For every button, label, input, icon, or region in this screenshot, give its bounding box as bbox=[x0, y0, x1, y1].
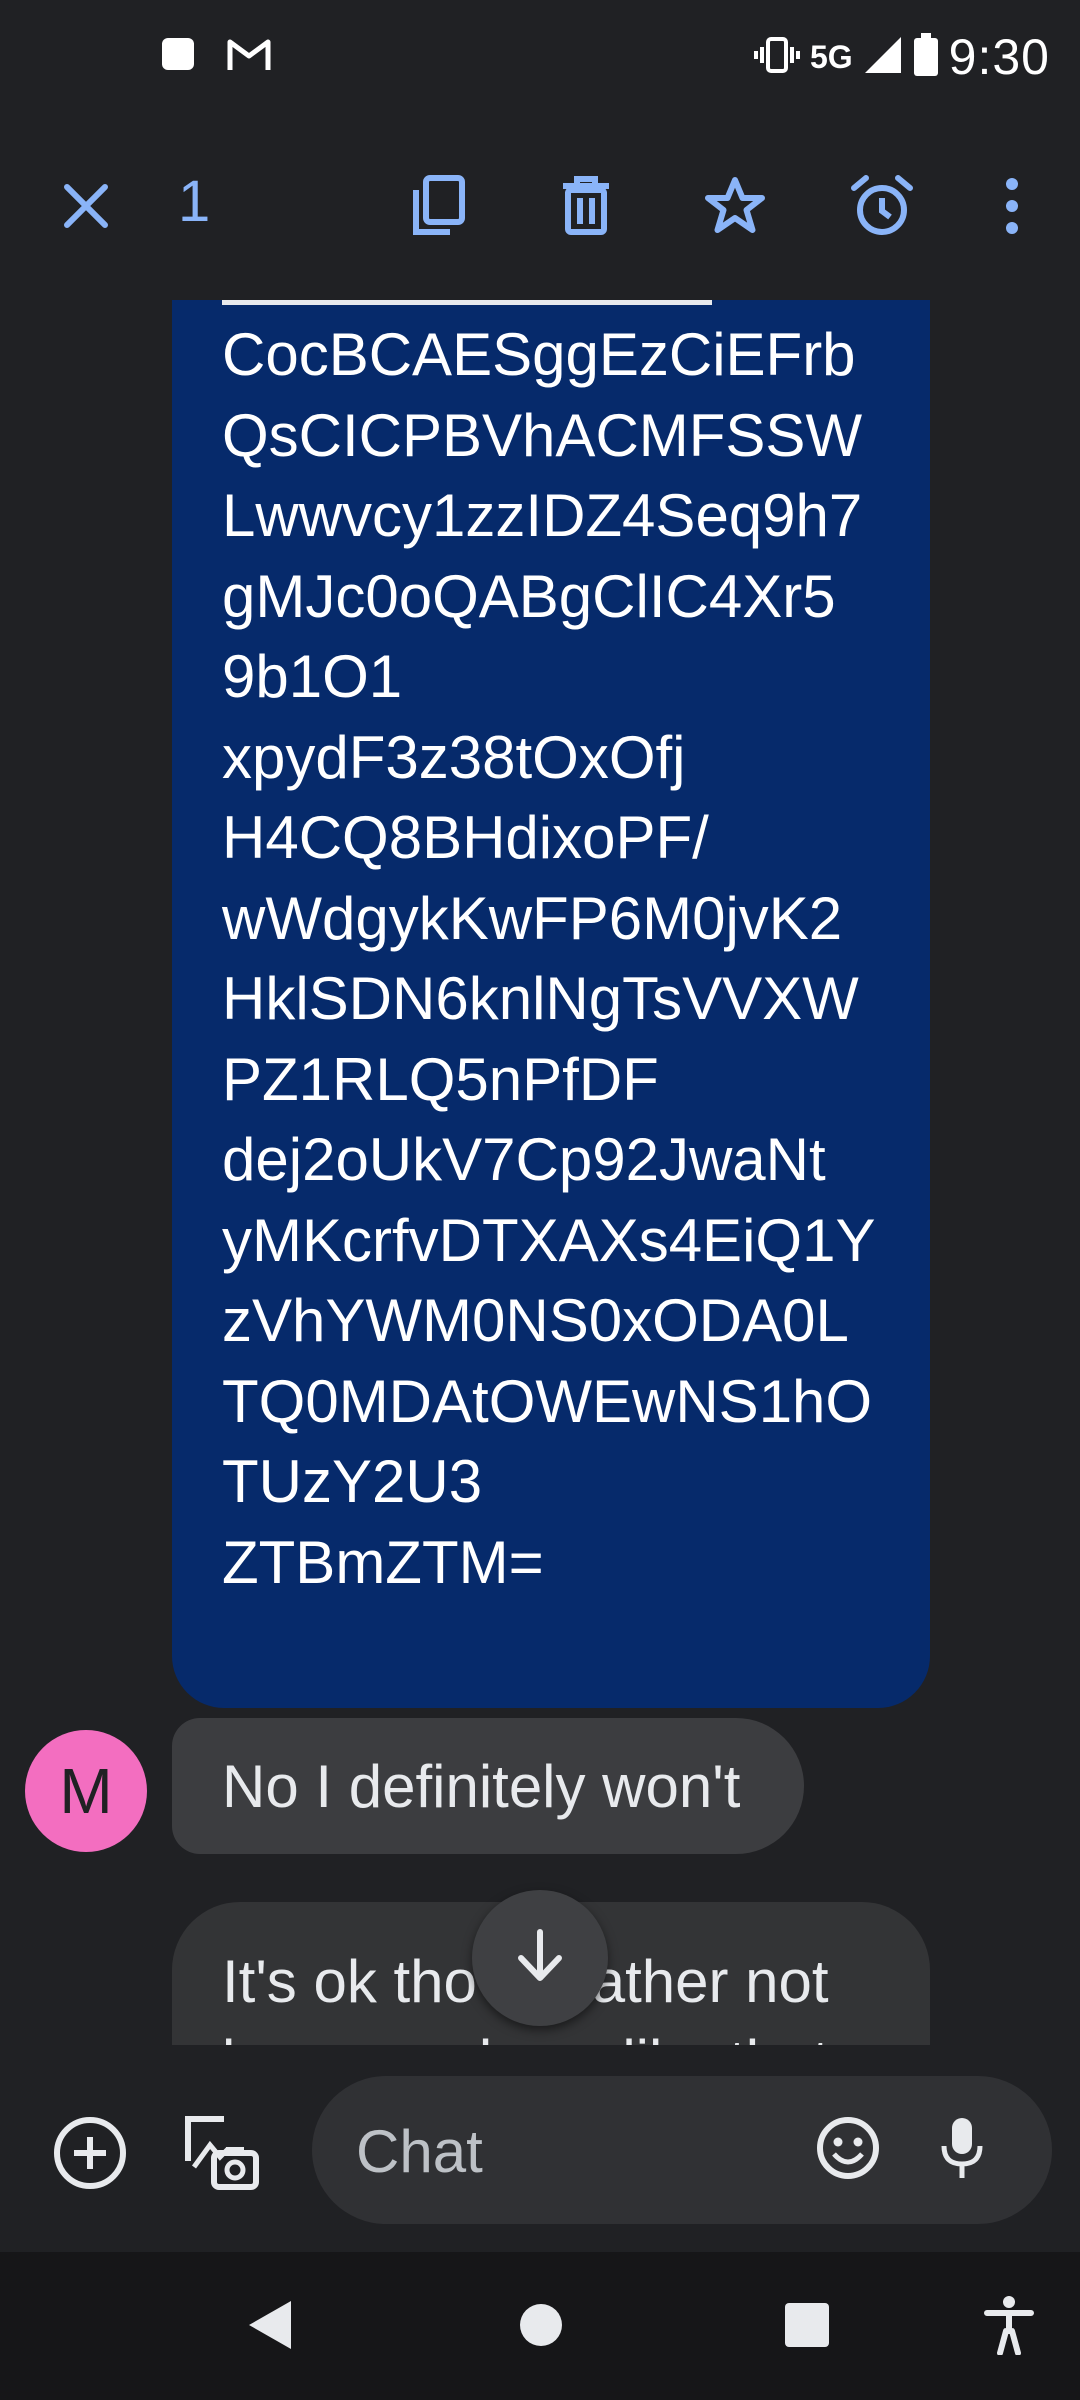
selected-count: 1 bbox=[178, 169, 211, 234]
add-circle-icon bbox=[52, 2115, 128, 2196]
star-button[interactable] bbox=[695, 168, 775, 248]
delete-button[interactable] bbox=[546, 168, 626, 248]
alarm-icon bbox=[850, 174, 914, 243]
more-options-button[interactable] bbox=[972, 168, 1052, 248]
gmail-icon bbox=[226, 36, 272, 77]
voice-input-button[interactable] bbox=[912, 2100, 1012, 2200]
received-message-text: No I definitely won't bbox=[222, 1752, 741, 1820]
back-button[interactable] bbox=[225, 2282, 315, 2372]
received-message-bubble[interactable]: No I definitely won't bbox=[172, 1718, 805, 1854]
arrow-down-icon bbox=[515, 1928, 565, 1989]
sent-message-text: CocBCAESggEzCiEFrb QsCICPBVhACMFSSW Lwwv… bbox=[222, 321, 876, 1596]
copy-icon bbox=[410, 174, 466, 243]
app-square-icon bbox=[160, 36, 196, 77]
home-button[interactable] bbox=[496, 2282, 586, 2372]
message-list[interactable]: CocBCAESggEzCiEFrb QsCICPBVhACMFSSW Lwwv… bbox=[0, 300, 1080, 2045]
emoji-button[interactable] bbox=[798, 2100, 898, 2200]
delete-icon bbox=[559, 175, 613, 241]
accessibility-icon bbox=[984, 2295, 1034, 2360]
avatar-letter: M bbox=[59, 1755, 113, 1827]
system-icons: 5G 9:30 bbox=[753, 28, 1050, 86]
gallery-button[interactable] bbox=[170, 2105, 270, 2205]
recents-icon bbox=[783, 2301, 831, 2354]
signal-icon bbox=[863, 35, 903, 80]
sent-message-bubble[interactable]: CocBCAESggEzCiEFrb QsCICPBVhACMFSSW Lwwv… bbox=[172, 300, 930, 1708]
system-navigation-bar bbox=[0, 2252, 1080, 2400]
recents-button[interactable] bbox=[762, 2282, 852, 2372]
snooze-button[interactable] bbox=[842, 168, 922, 248]
gallery-camera-icon bbox=[180, 2113, 260, 2198]
link-underline-fragment bbox=[222, 300, 712, 305]
add-attachment-button[interactable] bbox=[40, 2105, 140, 2205]
chat-input[interactable] bbox=[354, 2110, 758, 2192]
chat-input-field[interactable] bbox=[312, 2076, 1052, 2224]
more-vert-icon bbox=[1002, 176, 1022, 241]
network-type: 5G bbox=[809, 38, 853, 75]
accessibility-button[interactable] bbox=[964, 2282, 1054, 2372]
battery-icon bbox=[913, 32, 939, 82]
status-bar: 5G 9:30 bbox=[0, 0, 1080, 120]
avatar[interactable]: M bbox=[25, 1730, 147, 1852]
back-icon bbox=[245, 2297, 295, 2358]
copy-button[interactable] bbox=[398, 168, 478, 248]
compose-bar bbox=[0, 2060, 1080, 2250]
selection-action-bar: 1 bbox=[0, 120, 1080, 290]
star-icon bbox=[704, 176, 766, 241]
close-icon bbox=[61, 181, 111, 236]
emoji-icon bbox=[816, 2116, 880, 2185]
close-selection-button[interactable] bbox=[46, 168, 126, 248]
home-icon bbox=[518, 2302, 564, 2353]
vibrate-icon bbox=[753, 35, 800, 80]
scroll-to-bottom-button[interactable] bbox=[472, 1890, 608, 2026]
clock: 9:30 bbox=[948, 29, 1050, 85]
notification-icons bbox=[160, 36, 272, 77]
mic-icon bbox=[940, 2116, 984, 2185]
